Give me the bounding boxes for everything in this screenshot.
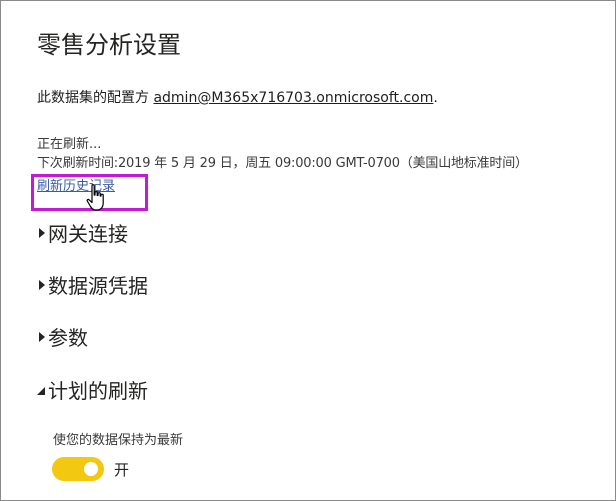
hand-pointer-icon <box>86 184 104 211</box>
caret-right-icon <box>39 331 45 342</box>
dataset-owner-line: 此数据集的配置方 admin@M365x716703.onmicrosoft.c… <box>37 87 438 107</box>
owner-prefix: 此数据集的配置方 <box>37 90 154 106</box>
keep-data-updated-toggle[interactable] <box>52 457 104 481</box>
keep-data-updated-label: 使您的数据保持为最新 <box>53 433 184 448</box>
section-data-source-credentials[interactable]: 数据源凭据 <box>35 270 148 299</box>
section-label-gateway: 网关连接 <box>48 222 128 246</box>
next-refresh-time: 下次刷新时间:2019 年 5 月 29 日，周五 09:00:00 GMT-0… <box>37 156 528 171</box>
page-title: 零售分析设置 <box>37 31 181 59</box>
settings-panel: 零售分析设置 此数据集的配置方 admin@M365x716703.onmicr… <box>0 0 616 501</box>
owner-suffix: . <box>433 90 438 106</box>
section-label-credentials: 数据源凭据 <box>48 274 148 298</box>
toggle-state-label: 开 <box>114 460 130 479</box>
owner-email-link[interactable]: admin@M365x716703.onmicrosoft.com <box>153 90 433 106</box>
caret-down-icon <box>37 386 45 395</box>
keep-data-updated-toggle-row: 开 <box>52 457 129 481</box>
caret-right-icon <box>39 279 45 290</box>
section-scheduled-refresh[interactable]: 计划的刷新 <box>35 375 148 404</box>
refresh-status: 正在刷新... <box>37 137 102 152</box>
section-parameters[interactable]: 参数 <box>35 322 88 351</box>
section-gateway-connection[interactable]: 网关连接 <box>35 218 128 247</box>
toggle-knob <box>84 462 98 476</box>
caret-right-icon <box>39 227 45 238</box>
section-label-parameters: 参数 <box>48 326 88 350</box>
section-label-scheduled: 计划的刷新 <box>48 379 148 403</box>
